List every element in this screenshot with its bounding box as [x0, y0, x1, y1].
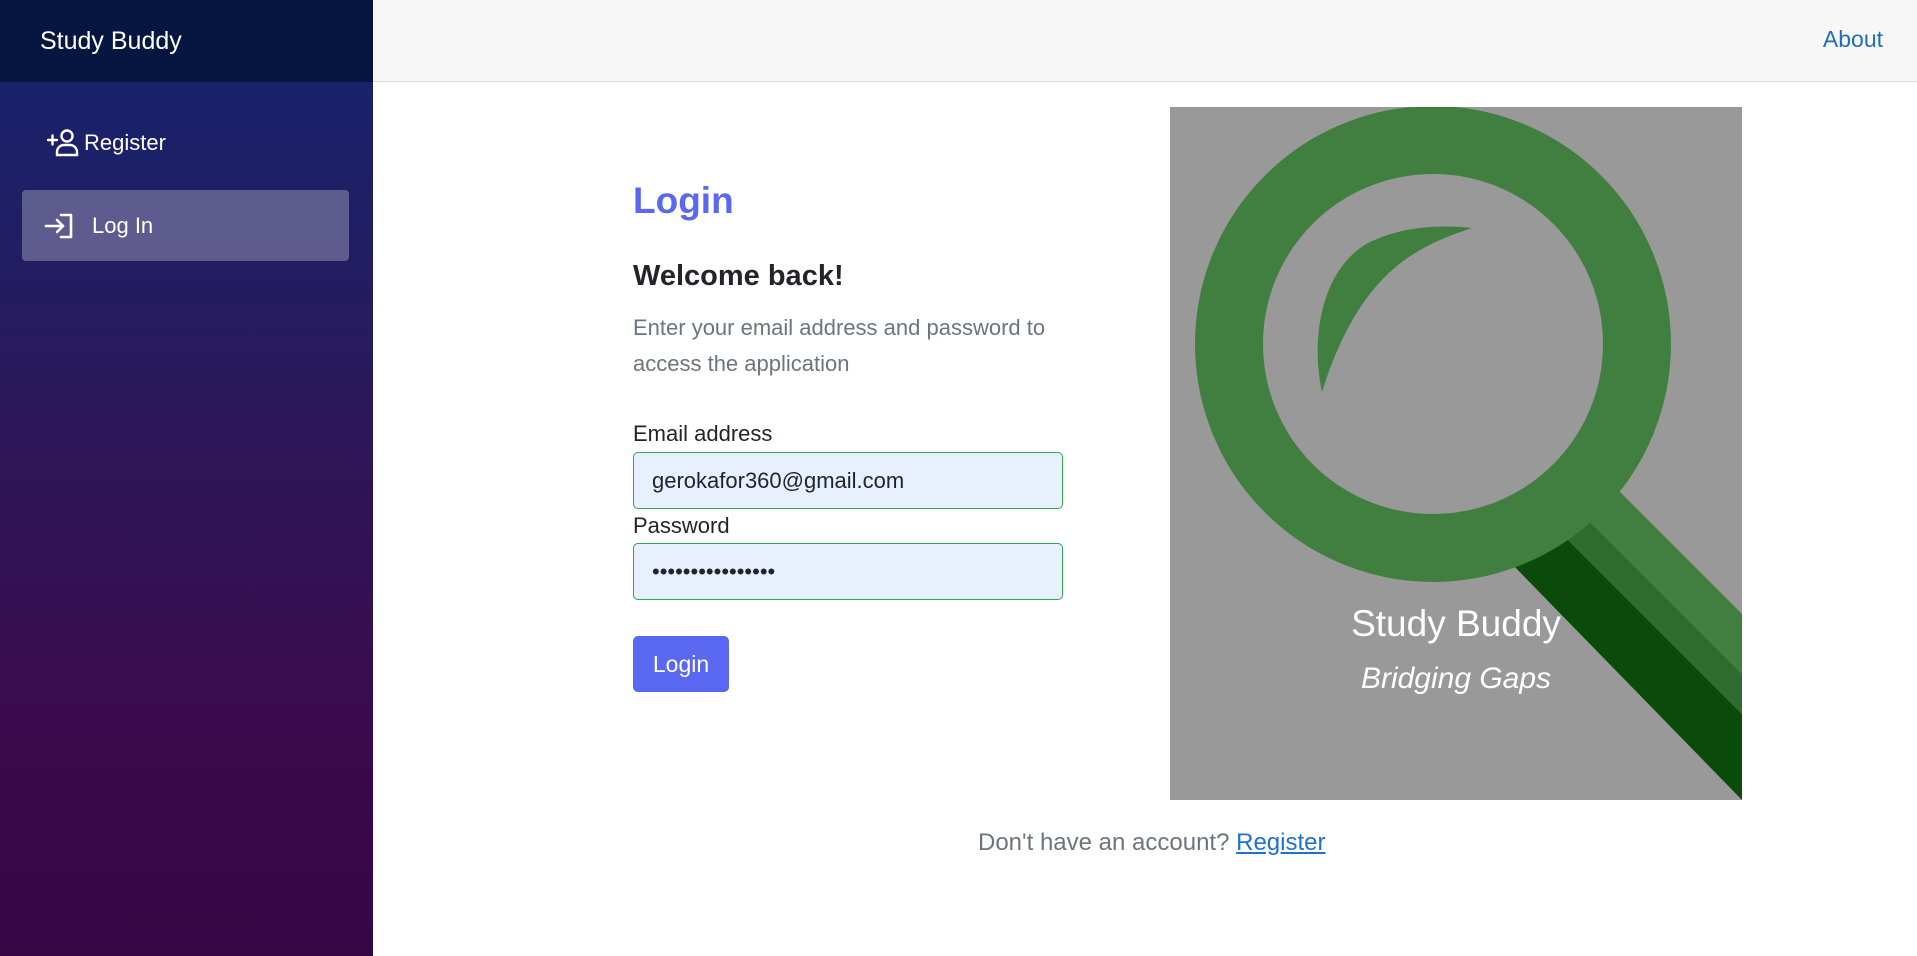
sidebar: Study Buddy Register Log In: [0, 0, 373, 956]
sidebar-item-login[interactable]: Log In: [22, 190, 349, 261]
logo-image: Study Buddy Bridging Gaps: [1170, 107, 1742, 800]
login-description: Enter your email address and password to…: [633, 315, 1046, 376]
register-prompt: Don't have an account? Register: [978, 829, 1325, 857]
email-field[interactable]: [633, 452, 1063, 509]
register-prompt-text: Don't have an account?: [978, 829, 1230, 856]
password-label: Password: [633, 513, 730, 538]
logo-tagline: Bridging Gaps: [1360, 662, 1552, 695]
register-link[interactable]: Register: [1236, 829, 1325, 856]
add-user-icon: [46, 128, 84, 158]
logo-name: Study Buddy: [1351, 603, 1561, 644]
welcome-heading: Welcome back!: [633, 260, 844, 292]
sidebar-item-label: Log In: [92, 212, 154, 238]
password-field[interactable]: [633, 543, 1063, 600]
page-title: Login: [633, 180, 734, 221]
magnifier-leaf-icon: [1195, 107, 1742, 800]
about-link[interactable]: About: [1823, 26, 1883, 53]
brand-title[interactable]: Study Buddy: [40, 27, 182, 56]
login-icon: [44, 212, 74, 240]
sidebar-item-register[interactable]: Register: [22, 107, 349, 178]
brand-bar: Study Buddy: [0, 0, 373, 82]
sidebar-item-label: Register: [84, 129, 166, 155]
top-bar: About: [373, 0, 1917, 82]
login-button[interactable]: Login: [633, 636, 729, 692]
email-label: Email address: [633, 421, 773, 446]
